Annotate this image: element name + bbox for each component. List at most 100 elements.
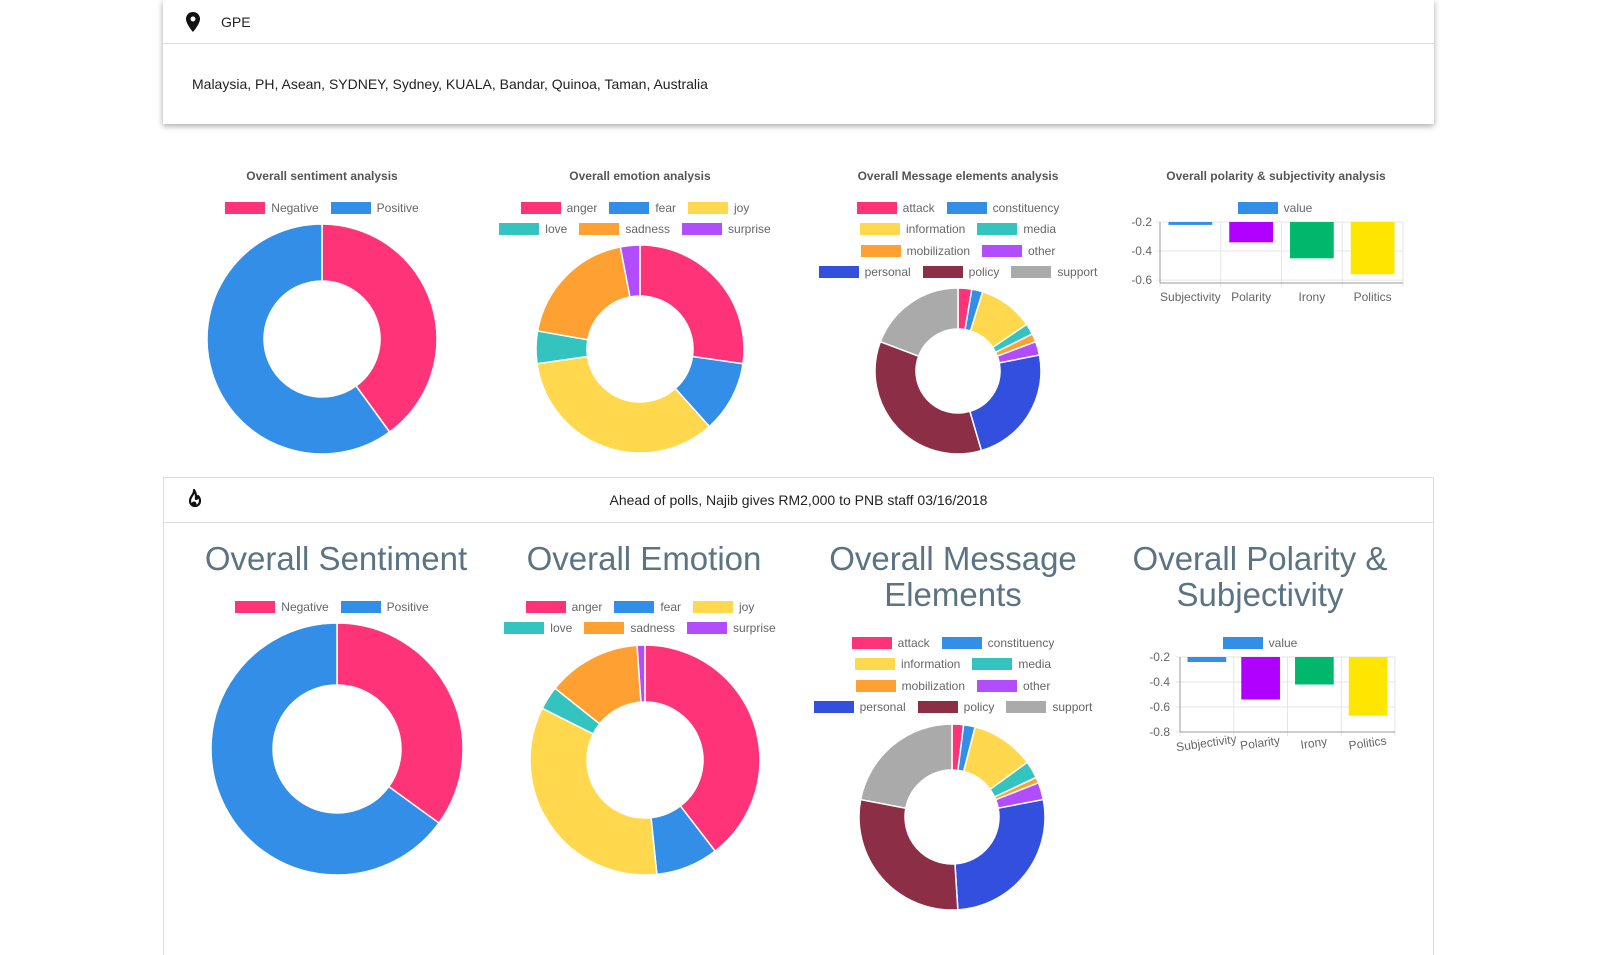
legend-item[interactable]: constituency [941,635,1055,650]
legend-label: policy [963,700,995,715]
bar-Irony[interactable] [1290,222,1334,259]
legend-label: Negative [271,200,319,215]
legend-label: anger [566,200,598,215]
legend-swatch [1222,636,1263,649]
overall-message-legend: attack constituency information media mobili… [808,197,1108,283]
article-message-title: Overall Message Elements [829,540,1077,613]
legend-label: joy [734,200,750,215]
overall-emotion-title: Overall emotion analysis [569,169,711,183]
overall-message-title: Overall Message elements analysis [857,169,1059,183]
article-card-header: Ahead of polls, Najib gives RM2,000 to P… [164,478,1433,523]
legend-item[interactable]: love [504,621,572,635]
bar-Polarity[interactable] [1229,222,1273,243]
legend-item[interactable]: policy [922,265,1000,280]
legend-swatch [579,223,620,236]
legend-item[interactable]: fear [609,201,676,215]
legend-item[interactable]: value [1222,636,1297,650]
donut-slice-anger[interactable] [639,244,745,365]
legend-swatch [688,201,729,214]
legend-swatch [854,658,895,671]
legend-item[interactable]: media [972,657,1051,671]
legend-label: sadness [625,222,671,237]
legend-label: joy [739,599,755,614]
donut-slice-joy[interactable] [536,355,711,454]
y-tick-label: -0.2 [1131,215,1152,229]
legend-item[interactable]: policy [917,700,995,715]
legend-item[interactable]: attack [851,636,930,650]
legend-item[interactable]: Positive [330,201,419,215]
legend-swatch [851,636,892,649]
legend-item[interactable]: media [977,222,1056,236]
legend-item[interactable]: mobilization [860,244,970,258]
legend-label: constituency [987,635,1055,650]
gpe-card: GPE Malaysia, PH, Asean, SYDNEY, Sydney,… [163,0,1434,124]
legend-swatch [856,201,897,214]
legend-label: information [900,657,961,672]
legend-item[interactable]: personal [813,700,906,714]
y-tick-label: -0.2 [1149,650,1170,664]
legend-item[interactable]: mobilization [855,678,965,693]
legend-label: media [1018,657,1052,672]
legend-swatch [977,679,1017,692]
legend-item[interactable]: other [977,679,1050,693]
article-title: Ahead of polls, Najib gives RM2,000 to P… [609,492,988,508]
x-tick-label: Politics [1354,290,1392,304]
gpe-card-header: GPE [163,0,1434,44]
donut-slice-personal[interactable] [968,354,1042,452]
legend-item[interactable]: personal [818,265,911,280]
bar-Subjectivity[interactable] [1168,222,1213,225]
legend-swatch [499,223,540,236]
overall-polarity-legend: value [1175,197,1375,219]
legend-swatch [941,636,982,649]
bar-Subjectivity[interactable] [1187,657,1227,662]
legend-item[interactable]: support [1011,265,1097,279]
legend-item[interactable]: attack [856,200,935,215]
legend-item[interactable]: surprise [687,621,776,635]
bar-Polarity[interactable] [1241,657,1280,700]
legend-swatch [1237,201,1278,214]
legend-item[interactable]: love [499,222,567,236]
legend-item[interactable]: Negative [235,599,329,614]
legend-item[interactable]: joy [688,201,749,215]
legend-item[interactable]: support [1006,700,1092,714]
legend-label: attack [902,200,935,215]
legend-item[interactable]: information [854,657,961,672]
legend-item[interactable]: Positive [340,599,429,614]
legend-label: mobilization [901,678,965,693]
legend-item[interactable]: other [982,244,1055,258]
legend-swatch [917,701,958,714]
legend-item[interactable]: sadness [584,621,675,635]
legend-item[interactable]: surprise [682,222,771,236]
legend-item[interactable]: information [859,222,965,236]
legend-item[interactable]: anger [525,599,603,614]
legend-item[interactable]: value [1237,201,1312,215]
legend-label: Negative [281,599,329,614]
gpe-entities: Malaysia, PH, Asean, SYDNEY, Sydney, KUA… [192,76,708,92]
legend-swatch [235,600,276,613]
bar-Politics[interactable] [1348,657,1388,716]
donut-slice-support[interactable] [879,287,959,358]
bar-Politics[interactable] [1350,222,1395,275]
legend-label: policy [968,265,1000,280]
legend-item[interactable]: Negative [225,200,319,215]
legend-swatch [504,622,545,635]
article-polarity-bars: -0.2-0.4-0.6-0.8 Subjectivity Polarity Iron… [1149,650,1396,754]
legend-swatch [859,223,900,236]
legend-swatch [584,622,625,635]
legend-item[interactable]: constituency [946,201,1059,215]
legend-label: anger [571,599,603,614]
legend-item[interactable]: fear [614,600,681,614]
donut-slice-policy[interactable] [874,340,983,455]
bar-Irony[interactable] [1295,657,1334,685]
article-polarity-title: Overall Polarity & Subjectivity [1132,540,1388,613]
legend-label: Positive [386,599,429,614]
legend-item[interactable]: sadness [579,222,670,236]
legend-label: other [1023,678,1051,693]
legend-swatch [1011,266,1052,279]
legend-item[interactable]: joy [693,600,754,614]
legend-item[interactable]: anger [520,200,598,215]
legend-label: fear [660,599,682,614]
legend-label: personal [864,265,911,280]
donut-slice-sadness[interactable] [536,246,631,341]
overall-polarity-title: Overall polarity & subjectivity analysis [1166,169,1386,183]
